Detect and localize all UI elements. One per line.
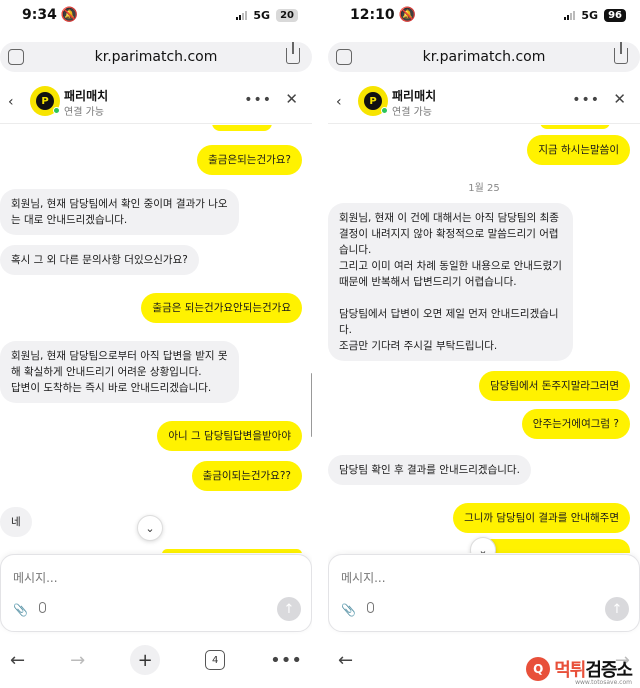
attach-icon[interactable]: 📎 <box>341 603 356 617</box>
message-bubble: 회원님, 현재 담당팀으로부터 아직 답변을 받지 못 해 확실하게 안내드리기… <box>0 341 239 403</box>
message-bubble: 회원님, 현재 담당팀에서 확인 중이며 결과가 나오 는 대로 안내드리겠습니… <box>0 189 239 235</box>
watermark-brand-a: 먹튀 <box>554 660 586 681</box>
chat-header: ‹ P 패리매치 연결 가능 ••• ✕ <box>0 80 312 124</box>
message-list: 출금은되는건가요? 회원님, 현재 담당팀에서 확인 중이며 결과가 나오 는 … <box>0 125 312 553</box>
panel-divider <box>312 0 328 688</box>
page-settings-icon[interactable] <box>8 49 24 65</box>
address-bar[interactable]: kr.parimatch.com <box>328 42 640 72</box>
message-input[interactable]: 메시지... <box>341 569 386 586</box>
new-tab-button[interactable]: + <box>130 645 161 675</box>
message-bubble: 출금은되는건가요? <box>197 145 302 175</box>
watermark-url: www.totosave.com <box>575 679 632 686</box>
chat-status: 연결 가능 <box>392 107 432 118</box>
network-label: 5G <box>581 8 599 22</box>
message-input[interactable]: 메시지... <box>13 569 58 586</box>
message-bubble: 혹시 그 외 다른 문의사항 더있으신가요? <box>0 245 199 275</box>
battery-icon: 20 <box>276 8 298 22</box>
chat-status: 연결 가능 <box>64 107 104 118</box>
battery-icon: 96 <box>604 8 626 22</box>
message-bubble: 안주는거에여그럼 ? <box>521 409 630 439</box>
forward-arrow-icon[interactable]: → <box>70 650 85 671</box>
mic-icon[interactable] <box>39 602 46 613</box>
message-bubble: 출금은 되는건가요안되는건가요 <box>141 293 302 323</box>
online-indicator <box>381 107 388 114</box>
tab-count-button[interactable]: 4 <box>205 650 226 670</box>
send-button[interactable]: ↑ <box>605 597 629 621</box>
message-composer[interactable]: 메시지... 📎 ↑ <box>328 554 640 632</box>
status-time: 9:34 <box>22 7 57 23</box>
browser-toolbar: ← → + 4 ••• <box>0 640 312 680</box>
day-separator: 1월 25 <box>468 183 500 194</box>
message-composer[interactable]: 메시지... 📎 ↑ <box>0 554 312 632</box>
right-screenshot: 12:10 🔕 5G 96 kr.parimatch.com ‹ P 패리매치 연… <box>328 0 640 688</box>
online-indicator <box>53 107 60 114</box>
send-button[interactable]: ↑ <box>277 597 301 621</box>
brand-logo: P <box>364 92 382 110</box>
more-icon[interactable]: ••• <box>244 92 272 108</box>
more-icon[interactable]: ••• <box>270 650 302 671</box>
message-bubble: 네 <box>0 507 32 537</box>
brand-avatar: P <box>358 86 388 116</box>
message-bubble-partial <box>540 125 610 129</box>
message-bubble-partial <box>162 549 302 553</box>
url-text: kr.parimatch.com <box>422 49 546 65</box>
watermark-logo-icon: Q <box>526 657 551 681</box>
back-arrow-icon[interactable]: ← <box>338 650 353 671</box>
message-bubble: 출금이되는건가요?? <box>191 461 302 491</box>
message-bubble: 담당팀 확인 후 결과를 안내드리겠습니다. <box>328 455 531 485</box>
back-chevron-icon[interactable]: ‹ <box>336 94 342 110</box>
status-bar: 12:10 🔕 5G 96 <box>328 0 640 30</box>
attach-icon[interactable]: 📎 <box>13 603 28 617</box>
message-bubble-partial <box>212 125 272 131</box>
back-arrow-icon[interactable]: ← <box>10 650 25 671</box>
share-icon[interactable] <box>286 42 300 64</box>
network-label: 5G <box>253 8 271 22</box>
watermark-brand-b: 검증소 <box>585 660 633 681</box>
chevron-down-icon: ⌄ <box>145 521 155 535</box>
watermark: Q 먹튀검증소 www.totosave.com <box>526 656 633 686</box>
signal-icon <box>236 10 248 20</box>
brand-avatar: P <box>30 86 60 116</box>
message-bubble: 회원님, 현재 이 건에 대해서는 아직 담당팀의 최종 결정이 내려지지 않아… <box>328 203 573 361</box>
chat-header: ‹ P 패리매치 연결 가능 ••• ✕ <box>328 80 640 124</box>
signal-icon <box>564 10 576 20</box>
share-icon[interactable] <box>614 42 628 64</box>
mute-icon: 🔕 <box>60 7 79 23</box>
mic-icon[interactable] <box>367 602 374 613</box>
close-icon[interactable]: ✕ <box>285 90 298 108</box>
chevron-down-icon: ⌄ <box>478 543 488 554</box>
status-time: 12:10 <box>350 7 395 23</box>
scroll-down-button[interactable]: ⌄ <box>137 515 163 541</box>
message-list: 지금 하시는말씀이 1월 25 회원님, 현재 이 건에 대해서는 아직 담당팀… <box>328 125 640 553</box>
mute-icon: 🔕 <box>398 7 417 23</box>
status-bar: 9:34 🔕 5G 20 <box>0 0 312 30</box>
more-icon[interactable]: ••• <box>572 92 600 108</box>
chat-name: 패리매치 <box>392 89 437 103</box>
chat-name: 패리매치 <box>64 89 109 103</box>
close-icon[interactable]: ✕ <box>613 90 626 108</box>
brand-logo: P <box>36 92 54 110</box>
message-bubble-partial <box>480 539 630 553</box>
message-bubble: 지금 하시는말씀이 <box>527 135 630 165</box>
message-bubble: 담당팀에서 돈주지말라그러면 <box>479 371 630 401</box>
message-bubble: 그니까 담당팀이 결과를 안내해주면 <box>453 503 630 533</box>
message-bubble: 아니 그 담당팀답변을받아야 <box>157 421 302 451</box>
back-chevron-icon[interactable]: ‹ <box>8 94 14 110</box>
url-text: kr.parimatch.com <box>94 49 218 65</box>
left-screenshot: 9:34 🔕 5G 20 kr.parimatch.com ‹ P 패리매치 연결… <box>0 0 312 688</box>
address-bar[interactable]: kr.parimatch.com <box>0 42 312 72</box>
page-settings-icon[interactable] <box>336 49 352 65</box>
